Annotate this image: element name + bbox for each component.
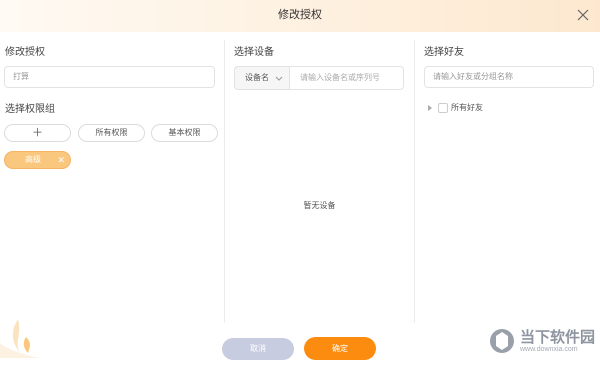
selected-tag-label: 高级 xyxy=(25,155,41,164)
checkbox[interactable] xyxy=(438,103,448,113)
watermark: 当下软件园 www.downxia.com xyxy=(488,324,596,358)
confirm-button[interactable]: 确定 xyxy=(304,337,376,360)
watermark-name: 当下软件园 xyxy=(520,329,596,346)
close-icon[interactable] xyxy=(576,8,590,22)
column-divider xyxy=(224,40,225,323)
watermark-url: www.downxia.com xyxy=(520,346,578,353)
selected-permission-tag[interactable]: 高级 ✕ xyxy=(4,151,71,169)
all-permissions-button[interactable]: 所有权限 xyxy=(78,124,145,142)
basic-permissions-button[interactable]: 基本权限 xyxy=(151,124,218,142)
column-divider xyxy=(414,40,415,323)
section-title-devices: 选择设备 xyxy=(234,47,274,58)
caret-right-icon[interactable] xyxy=(427,104,433,112)
device-search-input[interactable]: 请输入设备名或序列号 xyxy=(289,66,404,90)
name-input[interactable]: 打算 xyxy=(4,66,215,88)
empty-state-text: 暂无设备 xyxy=(303,201,336,210)
plus-icon: ＋ xyxy=(32,127,43,139)
remove-tag-icon[interactable]: ✕ xyxy=(57,152,65,168)
cancel-button[interactable]: 取消 xyxy=(222,338,294,360)
friend-tree-label: 所有好友 xyxy=(451,103,483,112)
section-title-permission-group: 选择权限组 xyxy=(5,104,55,115)
chevron-down-icon xyxy=(275,76,283,81)
watermark-logo-icon xyxy=(490,329,514,353)
device-field-select-value: 设备名 xyxy=(245,73,269,82)
flame-decoration-icon xyxy=(0,319,40,358)
section-title-friends: 选择好友 xyxy=(424,47,464,58)
section-title-edit: 修改授权 xyxy=(5,47,45,58)
dialog-title: 修改授权 xyxy=(278,9,322,21)
device-field-select[interactable]: 设备名 xyxy=(234,66,289,90)
add-permission-group-button[interactable]: ＋ xyxy=(4,124,71,142)
friend-search-input[interactable]: 请输入好友或分组名称 xyxy=(424,66,594,88)
